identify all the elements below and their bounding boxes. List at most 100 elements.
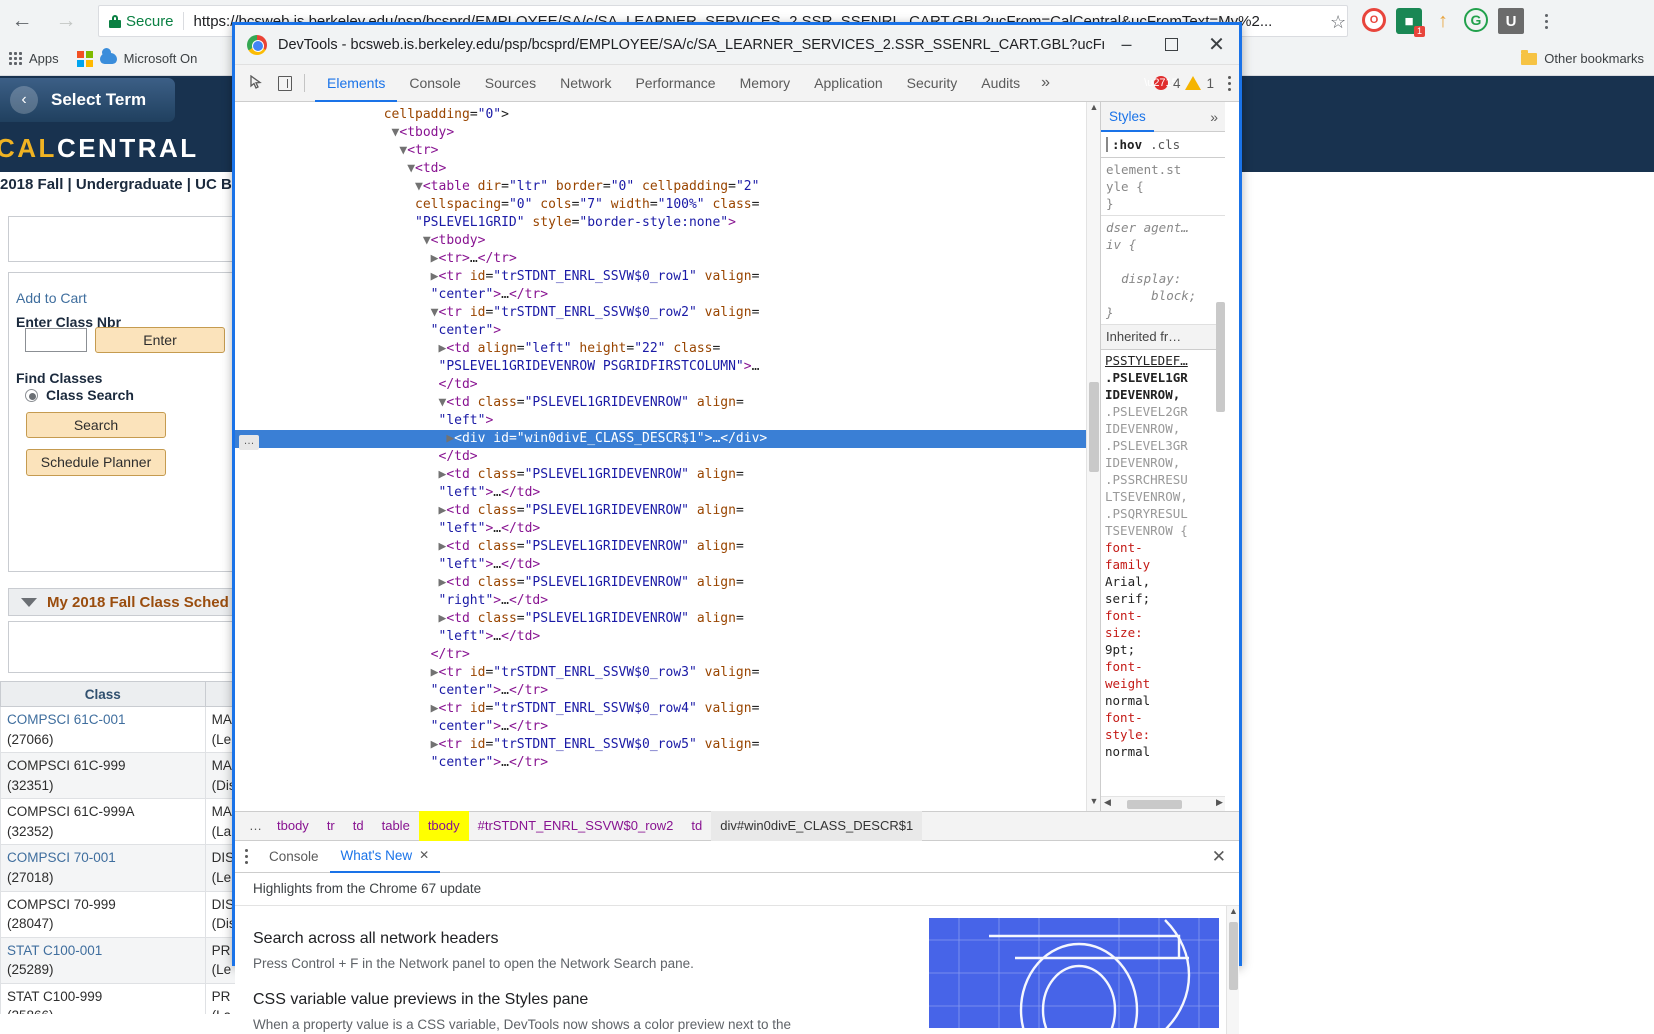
dom-node[interactable]: "center"> <box>235 322 1100 340</box>
css-selector[interactable]: .PSQRYRESUL <box>1105 506 1188 521</box>
dom-node[interactable]: ▶<td class="PSLEVEL1GRIDEVENROW" align= <box>235 466 1100 484</box>
dom-node[interactable]: "PSLEVEL1GRID" style="border-style:none"… <box>235 214 1100 232</box>
whats-new-item-title[interactable]: CSS variable value previews in the Style… <box>253 991 913 1009</box>
dom-node[interactable]: ▶<td class="PSLEVEL1GRIDEVENROW" align= <box>235 538 1100 556</box>
devtools-menu-icon[interactable] <box>1220 76 1239 91</box>
schedule-planner-button[interactable]: Schedule Planner <box>26 449 166 476</box>
dom-node[interactable]: ▼<tbody> <box>235 232 1100 250</box>
css-declaration[interactable]: font- style: normal <box>1105 710 1150 759</box>
devtools-tab-audits[interactable]: Audits <box>969 65 1032 102</box>
dom-node[interactable]: ▶<td class="PSLEVEL1GRIDEVENROW" align= <box>235 574 1100 592</box>
issue-counters[interactable]: \u2715 4 1 <box>1154 76 1220 91</box>
enter-button[interactable]: Enter <box>95 327 225 353</box>
dom-node[interactable]: ▼<table dir="ltr" border="0" cellpadding… <box>235 178 1100 196</box>
search-button[interactable]: Search <box>26 412 166 438</box>
collapsed-ellipsis-badge[interactable]: … <box>239 435 259 450</box>
drawer-scrollbar-thumb[interactable] <box>1229 922 1238 990</box>
bookmark-microsoft-office[interactable]: Microsoft On <box>68 46 207 72</box>
devtools-tab-sources[interactable]: Sources <box>473 65 548 102</box>
css-selector[interactable]: .PSSRCHRESU <box>1105 472 1188 487</box>
css-selector[interactable]: IDEVENROW, <box>1105 421 1180 436</box>
google-extension-icon[interactable]: G <box>1464 8 1488 32</box>
styles-scrollbar-thumb[interactable] <box>1216 302 1225 412</box>
more-tabs-icon[interactable]: » <box>1032 74 1059 92</box>
dom-node[interactable]: "left">…</td> <box>235 520 1100 538</box>
close-icon[interactable]: ✕ <box>1194 25 1239 65</box>
hscroll-left-icon[interactable]: ◀ <box>1101 797 1114 811</box>
dom-node[interactable]: ▼<tbody> <box>235 124 1100 142</box>
dom-node[interactable]: "left">…</td> <box>235 556 1100 574</box>
css-declaration[interactable]: font- size: 9pt; <box>1105 608 1143 657</box>
dom-node[interactable]: ▶<td class="PSLEVEL1GRIDEVENROW" align= <box>235 502 1100 520</box>
css-selector[interactable]: .PSLEVEL3GR <box>1105 438 1188 453</box>
chrome-menu-icon[interactable] <box>1534 8 1558 34</box>
css-selector[interactable]: .PSLEVEL2GR <box>1105 404 1188 419</box>
stylesheet-source-link[interactable]: PSSTYLEDEF… <box>1105 352 1221 369</box>
chevron-down-icon[interactable] <box>21 598 37 607</box>
class-link[interactable]: COMPSCI 70-001 <box>7 850 116 865</box>
lastpass-extension-icon[interactable]: ■ 1 <box>1396 8 1422 34</box>
bookmark-apps[interactable]: Apps <box>0 46 68 72</box>
breadcrumb-item[interactable]: … <box>243 811 268 841</box>
dom-node[interactable]: ▼<td> <box>235 160 1100 178</box>
dom-tree-scrollbar[interactable]: ▲ ▼ <box>1086 102 1100 811</box>
dom-node[interactable]: ▶<tr>…</tr> <box>235 250 1100 268</box>
scroll-up-icon[interactable]: ▲ <box>1087 102 1100 117</box>
forward-icon[interactable]: → <box>44 0 88 42</box>
dom-node[interactable]: ▼<td class="PSLEVEL1GRIDEVENROW" align= <box>235 394 1100 412</box>
hscroll-thumb[interactable] <box>1127 800 1182 809</box>
dom-node[interactable]: "left">…</td> <box>235 484 1100 502</box>
css-declaration[interactable]: font- family Arial, serif; <box>1105 540 1150 606</box>
devtools-tab-network[interactable]: Network <box>548 65 623 102</box>
back-icon[interactable]: ← <box>0 0 44 42</box>
class-link[interactable]: COMPSCI 61C-001 <box>7 712 126 727</box>
dom-node[interactable]: ▼<tr id="trSTDNT_ENRL_SSVW$0_row2" valig… <box>235 304 1100 322</box>
opera-vpn-extension-icon[interactable]: O <box>1362 8 1386 32</box>
dom-node[interactable]: "center">…</tr> <box>235 286 1100 304</box>
tab-styles[interactable]: Styles <box>1101 102 1154 132</box>
css-selector[interactable]: LTSEVENROW, <box>1105 489 1188 504</box>
bookmark-star-icon[interactable]: ☆ <box>1330 12 1346 33</box>
drawer-tab-close-icon[interactable]: ✕ <box>419 840 429 871</box>
devtools-tab-security[interactable]: Security <box>895 65 970 102</box>
class-link[interactable]: STAT C100-001 <box>7 943 102 958</box>
other-bookmarks-button[interactable]: Other bookmarks <box>1521 51 1644 66</box>
minimize-icon[interactable]: – <box>1104 25 1149 65</box>
css-declaration[interactable]: font- weight normal <box>1105 659 1150 708</box>
dom-node[interactable]: "center">…</tr> <box>235 718 1100 736</box>
drawer-scrollbar[interactable]: ▲ <box>1226 906 1239 1034</box>
breadcrumb-item[interactable]: tbody <box>268 811 318 841</box>
dom-node[interactable]: </tr> <box>235 646 1100 664</box>
maximize-icon[interactable] <box>1149 25 1194 65</box>
dom-node[interactable]: cellpadding="0"> <box>235 106 1100 124</box>
calcentral-logo[interactable]: CALCENTRAL <box>0 133 199 164</box>
dom-node[interactable]: ▶<tr id="trSTDNT_ENRL_SSVW$0_row5" valig… <box>235 736 1100 754</box>
element-style-rule[interactable]: element.st yle { } <box>1101 158 1225 216</box>
class-nbr-input[interactable] <box>25 328 87 352</box>
dom-node[interactable]: ▶<td align="left" height="22" class= <box>235 340 1100 358</box>
dom-node[interactable]: cellspacing="0" cols="7" width="100%" cl… <box>235 196 1100 214</box>
breadcrumb-item[interactable]: #trSTDNT_ENRL_SSVW$0_row2 <box>469 811 683 841</box>
breadcrumb-item[interactable]: tr <box>318 811 344 841</box>
dom-tree-pane[interactable]: cellpadding="0"> ▼<tbody> ▼<tr> ▼<td> ▼<… <box>235 102 1100 811</box>
styles-horizontal-scrollbar[interactable]: ◀ ▶ <box>1101 796 1225 811</box>
unknown-extension-icon[interactable]: U <box>1498 8 1524 34</box>
devtools-tab-application[interactable]: Application <box>802 65 895 102</box>
dom-node[interactable]: "PSLEVEL1GRIDEVENROW PSGRIDFIRSTCOLUMN">… <box>235 358 1100 376</box>
dom-node[interactable]: </td> <box>235 376 1100 394</box>
breadcrumb-item[interactable]: td <box>682 811 711 841</box>
whats-new-item-title[interactable]: Search across all network headers <box>253 930 913 948</box>
class-search-radio[interactable] <box>25 389 38 402</box>
drawer-close-icon[interactable]: ✕ <box>1199 847 1239 867</box>
hscroll-right-icon[interactable]: ▶ <box>1213 797 1225 811</box>
dom-node[interactable]: "left"> <box>235 412 1100 430</box>
styles-more-icon[interactable]: » <box>1203 109 1225 125</box>
scroll-down-icon[interactable]: ▼ <box>1087 796 1100 811</box>
css-selector[interactable]: TSEVENROW { <box>1105 523 1188 538</box>
breadcrumb-item[interactable]: tbody <box>419 811 469 841</box>
dom-node[interactable]: "center">…</tr> <box>235 682 1100 700</box>
devtools-tab-elements[interactable]: Elements <box>315 65 397 102</box>
class-search-radio-row[interactable]: Class Search <box>25 387 134 403</box>
drawer-menu-icon[interactable] <box>235 849 258 864</box>
css-selector[interactable]: IDEVENROW, <box>1105 455 1180 470</box>
